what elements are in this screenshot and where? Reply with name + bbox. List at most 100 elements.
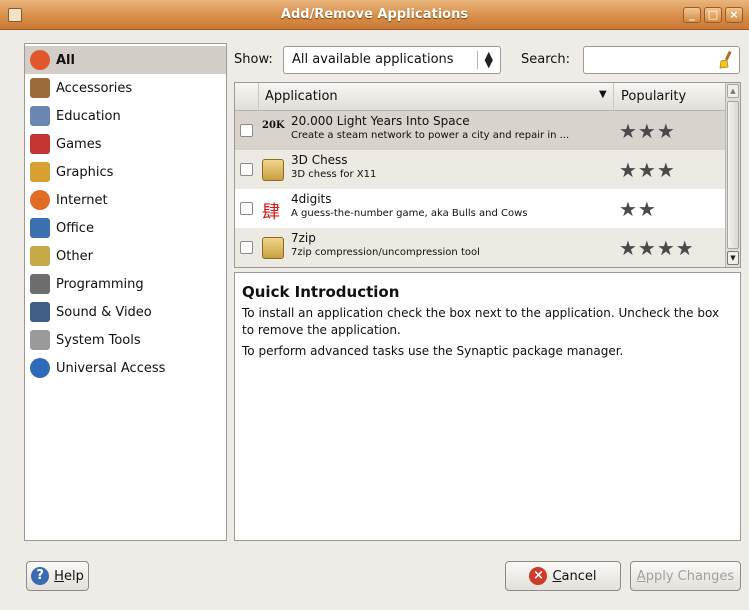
universal-access-icon <box>30 358 50 378</box>
table-row[interactable]: 20K 20.000 Light Years Into Space Create a… <box>235 111 725 150</box>
header-popularity[interactable]: Popularity <box>621 89 686 104</box>
sidebar-item-label: Office <box>56 220 94 236</box>
cancel-mnemonic: C <box>552 568 562 584</box>
cancel-icon: × <box>529 567 548 585</box>
app-description: 3D chess for X11 <box>291 169 377 180</box>
app-name: 3D Chess <box>291 153 348 167</box>
games-icon <box>30 134 50 154</box>
sidebar-item-label: Education <box>56 108 121 124</box>
table-row[interactable]: 7zip 7zip compression/uncompression tool ★… <box>235 228 725 267</box>
sound-video-icon <box>30 302 50 322</box>
cancel-label: Cancel <box>552 569 596 584</box>
sidebar-item-label: Accessories <box>56 80 133 96</box>
sort-descending-icon[interactable]: ▼ <box>599 89 607 100</box>
system-tools-icon <box>30 330 50 350</box>
combo-separator <box>477 51 478 69</box>
programming-icon <box>30 274 50 294</box>
app-name: 20.000 Light Years Into Space <box>291 114 470 128</box>
install-checkbox[interactable] <box>240 241 253 254</box>
20k-icon: 20K <box>262 120 285 131</box>
cancel-button[interactable]: × Cancel <box>505 561 621 591</box>
install-checkbox[interactable] <box>240 202 253 215</box>
table-scrollbar[interactable]: ▲ ▼ <box>725 83 740 267</box>
scroll-thumb[interactable] <box>727 101 739 249</box>
apply-label-rest: pply Changes <box>645 568 735 584</box>
apply-mnemonic: A <box>636 568 646 584</box>
search-input[interactable] <box>588 48 713 72</box>
sidebar-item-universal-access[interactable]: Universal Access <box>25 354 226 382</box>
sidebar-item-graphics[interactable]: Graphics <box>25 158 226 186</box>
search-field[interactable] <box>583 46 740 74</box>
sidebar-item-games[interactable]: Games <box>25 130 226 158</box>
help-button[interactable]: ? Help <box>26 561 89 591</box>
search-label: Search: <box>521 52 571 67</box>
header-separator <box>613 83 614 110</box>
scroll-up-icon[interactable]: ▲ <box>727 84 739 98</box>
header-check-column[interactable] <box>235 83 259 110</box>
sidebar-item-accessories[interactable]: Accessories <box>25 74 226 102</box>
sidebar-item-internet[interactable]: Internet <box>25 186 226 214</box>
sidebar-item-other[interactable]: Other <box>25 242 226 270</box>
description-heading: Quick Introduction <box>242 283 400 301</box>
description-paragraph: To perform advanced tasks use the Synapt… <box>242 344 624 358</box>
header-application[interactable]: Application <box>265 89 338 104</box>
minimize-button[interactable]: _ <box>683 7 701 23</box>
package-icon <box>262 159 284 181</box>
ubuntu-logo-icon <box>30 50 50 70</box>
show-filter-combo[interactable]: All available applications ▲ ▼ <box>283 46 501 74</box>
package-icon <box>262 237 284 259</box>
app-description: A guess-the-number game, aka Bulls and C… <box>291 208 528 219</box>
sidebar-item-system-tools[interactable]: System Tools <box>25 326 226 354</box>
help-label-rest: elp <box>63 568 84 584</box>
clear-search-icon[interactable] <box>719 51 733 69</box>
help-icon: ? <box>31 567 50 585</box>
application-table[interactable]: Application ▼ Popularity 20K 20.000 Light… <box>234 82 741 268</box>
help-label: Help <box>54 569 84 584</box>
accessories-icon <box>30 78 50 98</box>
sidebar-item-label: System Tools <box>56 332 141 348</box>
description-paragraph: To install an application check the box … <box>242 306 720 337</box>
install-checkbox[interactable] <box>240 124 253 137</box>
apply-changes-button[interactable]: Apply Changes <box>630 561 741 591</box>
table-row[interactable]: 肆 4digits A guess-the-number game, aka Bul… <box>235 189 725 228</box>
table-header: Application ▼ Popularity <box>235 83 725 111</box>
cancel-label-rest: ancel <box>561 568 597 584</box>
sidebar-item-sound-video[interactable]: Sound & Video <box>25 298 226 326</box>
office-icon <box>30 218 50 238</box>
sidebar-item-label: Sound & Video <box>56 304 152 320</box>
sidebar-item-label: Programming <box>56 276 144 292</box>
close-button[interactable]: × <box>725 7 743 23</box>
title-bar: Add/Remove Applications _ □ × <box>0 0 749 30</box>
show-filter-value: All available applications <box>292 52 454 67</box>
sidebar-item-label: Other <box>56 248 93 264</box>
sidebar-item-education[interactable]: Education <box>25 102 226 130</box>
popularity-stars: ★★ <box>619 197 657 221</box>
popularity-stars: ★★★ <box>619 158 676 182</box>
4digits-icon: 肆 <box>262 202 280 223</box>
install-checkbox[interactable] <box>240 163 253 176</box>
app-name: 4digits <box>291 192 332 206</box>
popularity-stars: ★★★★ <box>619 236 695 260</box>
combo-arrows-icon: ▲ ▼ <box>484 49 493 70</box>
show-label: Show: <box>234 52 273 67</box>
scroll-down-icon[interactable]: ▼ <box>727 251 739 265</box>
sidebar-item-label: All <box>56 52 75 68</box>
sidebar-item-office[interactable]: Office <box>25 214 226 242</box>
sidebar-item-all[interactable]: All <box>25 46 226 74</box>
description-pane: Quick Introduction To install an applica… <box>234 272 741 541</box>
category-list[interactable]: All Accessories Education Games Graphics Inte… <box>24 43 227 541</box>
sidebar-item-label: Internet <box>56 192 108 208</box>
internet-icon <box>30 190 50 210</box>
maximize-button[interactable]: □ <box>704 7 722 23</box>
sidebar-item-programming[interactable]: Programming <box>25 270 226 298</box>
education-icon <box>30 106 50 126</box>
window-title: Add/Remove Applications <box>280 7 469 22</box>
graphics-icon <box>30 162 50 182</box>
table-row[interactable]: 3D Chess 3D chess for X11 ★★★ <box>235 150 725 189</box>
app-name: 7zip <box>291 231 316 245</box>
app-description: Create a steam network to power a city a… <box>291 130 570 141</box>
other-icon <box>30 246 50 266</box>
sidebar-item-label: Games <box>56 136 102 152</box>
popularity-stars: ★★★ <box>619 119 676 143</box>
sidebar-item-label: Universal Access <box>56 360 166 376</box>
